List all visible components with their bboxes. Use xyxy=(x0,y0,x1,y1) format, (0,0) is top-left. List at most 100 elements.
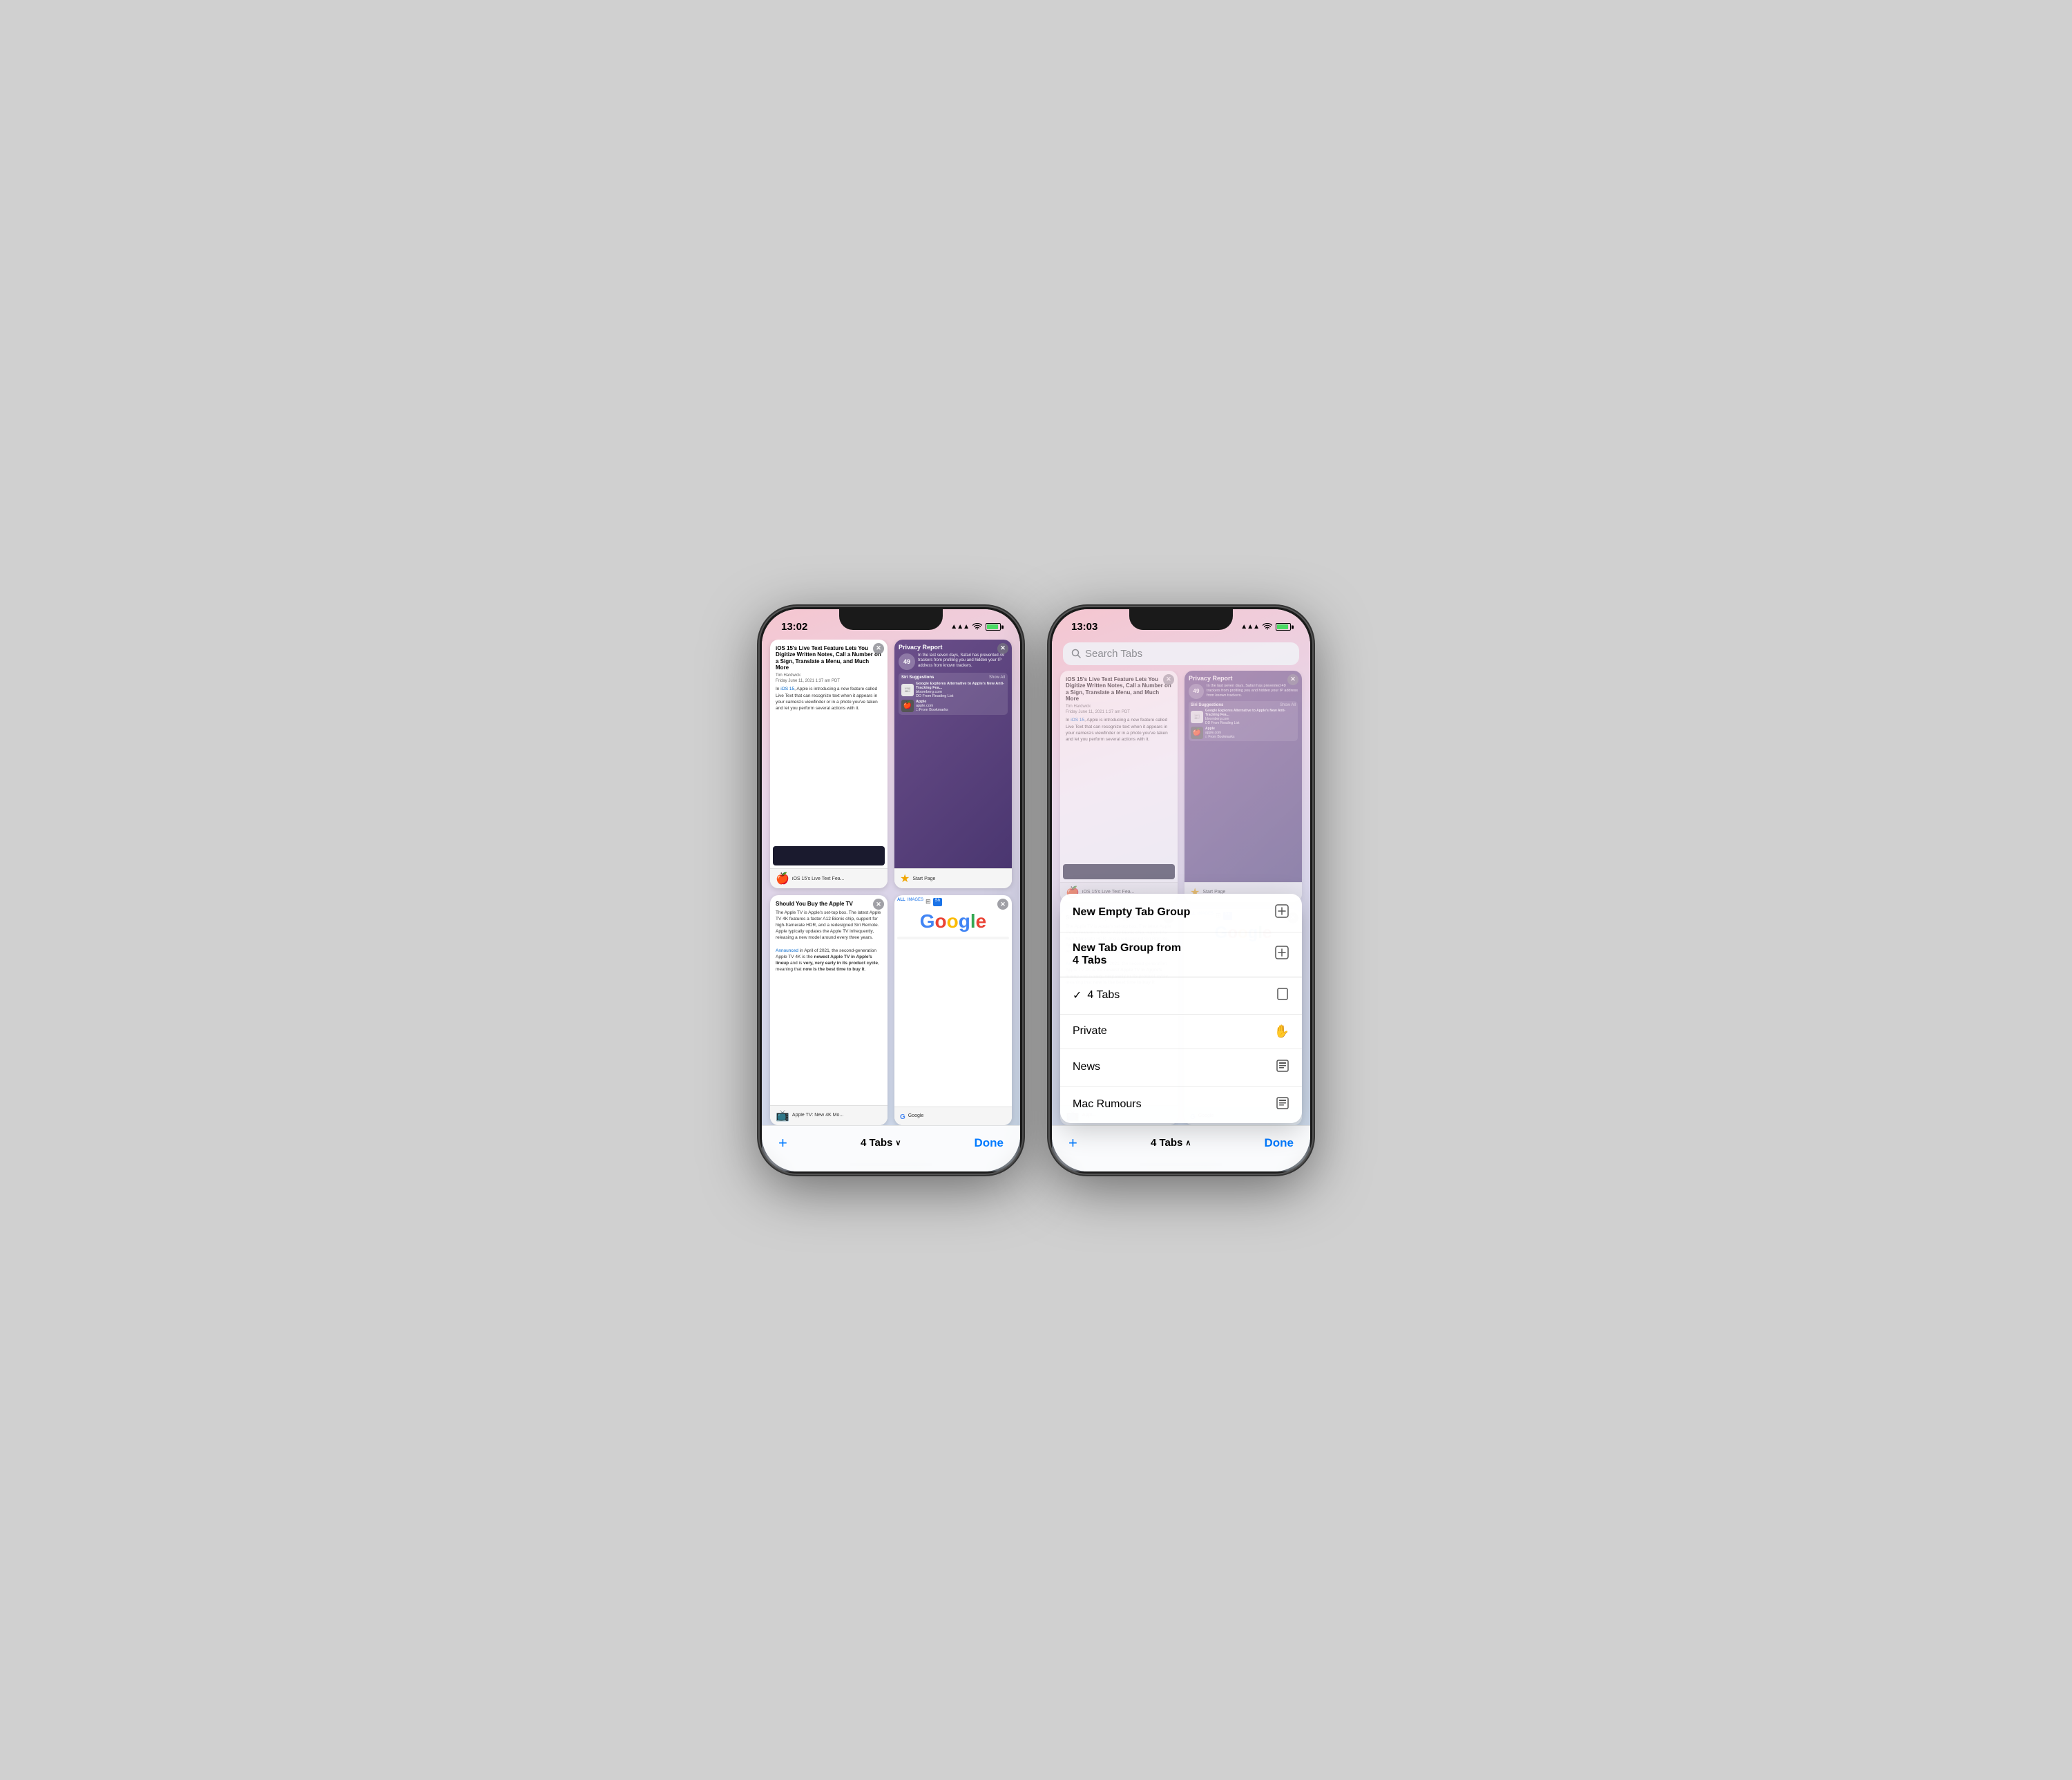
tab-favicon-1: 🍎 xyxy=(776,872,789,886)
new-empty-tab-group-label: New Empty Tab Group xyxy=(1073,906,1190,919)
time-2: 13:03 xyxy=(1071,621,1097,633)
google-nav-images: IMAGES xyxy=(908,898,923,906)
battery-icon-2 xyxy=(1276,623,1291,631)
new-tab-group-icon xyxy=(1274,945,1289,964)
tab-footer-4: G Google xyxy=(894,1107,1012,1125)
tab-meta-1: Tim HardwickFriday June 11, 2021 1:37 am… xyxy=(776,673,882,685)
new-empty-tab-group-icon xyxy=(1274,903,1289,922)
siri-thumb-2-2: 🍎 xyxy=(1191,727,1203,739)
new-empty-tab-group-item[interactable]: New Empty Tab Group xyxy=(1060,894,1302,932)
wifi-icon-2 xyxy=(1263,623,1272,631)
tab-meta-2-1: Tim HardwickFriday June 11, 2021 1:37 am… xyxy=(1066,705,1172,716)
google-nav-all: ALL xyxy=(897,898,905,906)
battery-icon xyxy=(986,623,1001,631)
news-label: News xyxy=(1073,1061,1100,1073)
tab-footer-1: 🍎 iOS 15's Live Text Fea... xyxy=(770,868,888,888)
checkmark-icon: ✓ xyxy=(1073,988,1082,1002)
google-search-bar[interactable] xyxy=(897,937,1009,939)
search-placeholder-2: Search Tabs xyxy=(1085,648,1142,660)
search-bar-2[interactable]: Search Tabs xyxy=(1063,642,1299,665)
siri-text-2-2: Appleapple.com□ From Bookmarks xyxy=(1205,727,1234,739)
new-tab-group-from-tabs-item[interactable]: New Tab Group from4 Tabs xyxy=(1060,932,1302,977)
bottom-toolbar-2: + 4 Tabs ∧ Done xyxy=(1052,1125,1310,1171)
tab-close-1[interactable]: ✕ xyxy=(873,643,884,654)
add-tab-button-1[interactable]: + xyxy=(778,1134,787,1152)
tab-footer-title-4: Google xyxy=(908,1113,924,1118)
siri-item-text-1: Google Explores Alternative to Apple's N… xyxy=(916,682,1005,698)
private-label: Private xyxy=(1073,1025,1107,1037)
notch-1 xyxy=(839,609,943,630)
google-logo: Google xyxy=(897,909,1009,934)
tab-favicon-3: 📺 xyxy=(776,1109,789,1122)
tab-card-google-1[interactable]: ALL IMAGES ⊞ Sh Google G xyxy=(894,895,1012,1125)
siri-thumb-2: 🍎 xyxy=(901,700,914,712)
bottom-toolbar-1: + 4 Tabs ∨ Done xyxy=(762,1125,1020,1171)
tab-card-article-2[interactable]: iOS 15's Live Text Feature Lets You Digi… xyxy=(1060,671,1178,902)
google-nav-shop: Sh xyxy=(933,898,942,906)
news-item[interactable]: News xyxy=(1060,1049,1302,1087)
tabs-selector-1[interactable]: 4 Tabs ∨ xyxy=(861,1137,901,1149)
privacy-badge-1: 49 xyxy=(899,653,915,670)
phone-2: 13:03 ▲▲▲ Search xyxy=(1050,607,1312,1174)
show-all-2[interactable]: Show All xyxy=(1280,703,1296,707)
tabs-chevron-2: ∧ xyxy=(1185,1138,1191,1147)
four-tabs-item[interactable]: ✓ 4 Tabs xyxy=(1060,977,1302,1015)
private-icon: ✋ xyxy=(1274,1024,1289,1039)
mac-rumours-item[interactable]: Mac Rumours xyxy=(1060,1087,1302,1123)
tabs-chevron-1: ∨ xyxy=(895,1138,901,1147)
mac-rumours-label: Mac Rumours xyxy=(1073,1098,1142,1111)
siri-text-2-1: Google Explores Alternative to Apple's N… xyxy=(1205,709,1296,725)
phone-1: 13:02 ▲▲▲ iOS 15's Live xyxy=(760,607,1022,1174)
privacy-badge-2: 49 xyxy=(1189,684,1204,699)
done-button-1[interactable]: Done xyxy=(974,1136,1004,1150)
tab-card-article-1[interactable]: iOS 15's Live Text Feature Lets You Digi… xyxy=(770,640,888,889)
private-item[interactable]: Private ✋ xyxy=(1060,1015,1302,1049)
google-grid-icon: ⊞ xyxy=(925,898,931,906)
signal-icon: ▲▲▲ xyxy=(950,623,969,631)
tab-footer-title-3: Apple TV: New 4K Mo... xyxy=(792,1113,843,1118)
tab-footer-3: 📺 Apple TV: New 4K Mo... xyxy=(770,1105,888,1125)
tab-title-2-1: iOS 15's Live Text Feature Lets You Digi… xyxy=(1066,676,1172,702)
show-all-1[interactable]: Show All xyxy=(989,676,1005,680)
wifi-icon xyxy=(972,623,982,631)
done-button-2[interactable]: Done xyxy=(1264,1136,1294,1150)
tab-title-3: Should You Buy the Apple TV xyxy=(776,901,882,908)
tab-group-menu: New Empty Tab Group New Tab Group from4 … xyxy=(1060,894,1302,1123)
tab-footer-title-2: Start Page xyxy=(912,877,935,881)
status-icons-1: ▲▲▲ xyxy=(950,623,1001,631)
siri-suggestions-title-1: Siri Suggestions xyxy=(901,676,934,680)
tab-body-2-1: In iOS 15, Apple is introducing a new fe… xyxy=(1066,717,1172,742)
tab-footer-title-1: iOS 15's Live Text Fea... xyxy=(792,877,845,881)
search-icon-2 xyxy=(1071,649,1081,658)
siri-thumb-2-1: 📰 xyxy=(1191,711,1203,723)
privacy-title-2: Privacy Report xyxy=(1189,675,1298,682)
tab-close-2-2[interactable]: ✕ xyxy=(1287,674,1298,685)
tab-card-privacy-2[interactable]: Privacy Report 49 In the last seven days… xyxy=(1184,671,1302,902)
tabs-label-1: 4 Tabs xyxy=(861,1137,892,1149)
tab-grid-1: iOS 15's Live Text Feature Lets You Digi… xyxy=(762,640,1020,1125)
tab-favicon-4: G xyxy=(900,1110,905,1122)
privacy-text-2: In the last seven days, Safari has preve… xyxy=(1207,684,1298,698)
news-icon xyxy=(1276,1059,1289,1076)
tab-body-3: The Apple TV is Apple's set-top box. The… xyxy=(776,910,882,973)
status-icons-2: ▲▲▲ xyxy=(1240,623,1291,631)
tab-close-2[interactable]: ✕ xyxy=(997,643,1008,654)
tab-card-appletv-1[interactable]: Should You Buy the Apple TV The Apple TV… xyxy=(770,895,888,1125)
privacy-title-1: Privacy Report xyxy=(899,644,1008,651)
siri-thumb-1: 📰 xyxy=(901,684,914,696)
privacy-text-1: In the last seven days, Safari has preve… xyxy=(918,653,1008,669)
notch-2 xyxy=(1129,609,1233,630)
signal-icon-2: ▲▲▲ xyxy=(1240,623,1259,631)
time-1: 13:02 xyxy=(781,621,807,633)
mac-rumours-icon xyxy=(1276,1096,1289,1113)
four-tabs-label: 4 Tabs xyxy=(1087,989,1120,1002)
tab-card-privacy-1[interactable]: Privacy Report 49 In the last seven days… xyxy=(894,640,1012,889)
four-tabs-icon xyxy=(1276,987,1289,1004)
siri-title-2: Siri Suggestions xyxy=(1191,703,1223,707)
tabs-selector-2[interactable]: 4 Tabs ∧ xyxy=(1151,1137,1191,1149)
tab-footer-2: ★ Start Page xyxy=(894,868,1012,888)
tab-title-1: iOS 15's Live Text Feature Lets You Digi… xyxy=(776,645,882,671)
add-tab-button-2[interactable]: + xyxy=(1068,1134,1077,1152)
tab-close-2-1[interactable]: ✕ xyxy=(1163,674,1174,685)
tabs-label-2: 4 Tabs xyxy=(1151,1137,1182,1149)
